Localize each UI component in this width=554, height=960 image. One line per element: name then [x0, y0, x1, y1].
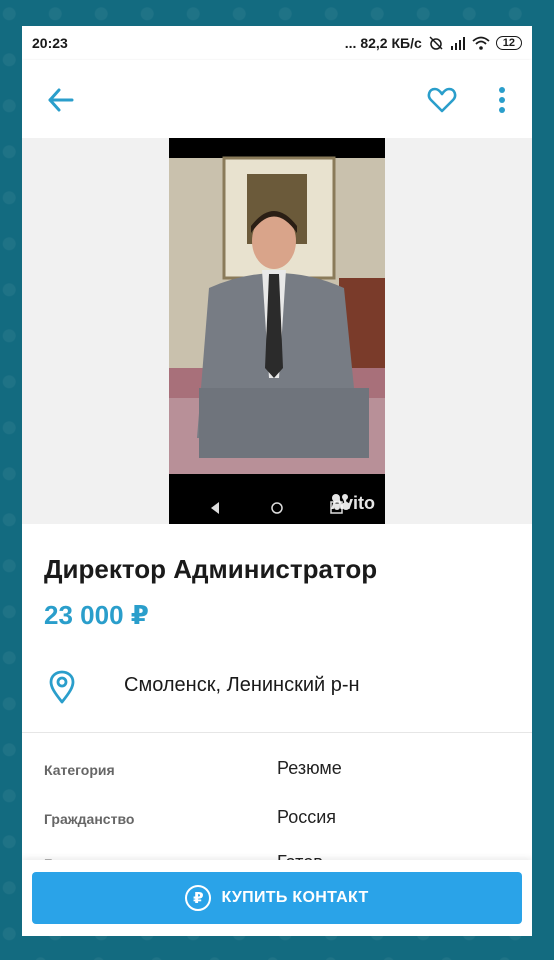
- photo-illustration: [169, 138, 385, 524]
- buy-contact-button[interactable]: ₽ КУПИТЬ КОНТАКТ: [32, 872, 522, 924]
- back-arrow-icon[interactable]: [44, 84, 76, 116]
- status-icons: ... 82,2 КБ/с 12: [345, 35, 522, 51]
- battery-indicator: 12: [495, 36, 522, 50]
- param-label-category: Категория: [44, 762, 115, 778]
- avito-logo-icon: [331, 494, 350, 510]
- status-time: 20:23: [32, 35, 68, 51]
- param-value-citizenship: Россия: [277, 807, 337, 827]
- photo-gallery[interactable]: Avito: [22, 138, 532, 524]
- app-bar: [22, 60, 532, 138]
- listing-location[interactable]: Смоленск, Ленинский р-н: [124, 674, 360, 697]
- listing-photo[interactable]: Avito: [169, 138, 385, 524]
- network-speed: ... 82,2 КБ/с: [344, 35, 422, 51]
- section-divider: [22, 732, 532, 733]
- avito-watermark: Avito: [331, 493, 375, 514]
- more-menu-icon[interactable]: [490, 84, 514, 116]
- listing-title: Директор Администратор: [44, 554, 378, 584]
- wifi-icon: [472, 36, 490, 50]
- ruble-icon: ₽: [185, 885, 212, 911]
- signal-icon: [450, 37, 465, 50]
- buy-bar: ₽ КУПИТЬ КОНТАКТ: [22, 860, 532, 936]
- location-pin-icon: [49, 670, 75, 704]
- param-value-category: Резюме: [277, 758, 342, 778]
- status-bar: 20:23 ... 82,2 КБ/с 12: [22, 26, 532, 60]
- buy-contact-label: КУПИТЬ КОНТАКТ: [221, 889, 369, 906]
- listing-price: 23 000 ₽: [44, 600, 149, 630]
- phone-screen: 20:23 ... 82,2 КБ/с 12 Avito Директор Ад…: [22, 26, 532, 936]
- alarm-off-icon: [429, 36, 443, 50]
- heart-icon[interactable]: [426, 84, 458, 116]
- param-label-citizenship: Гражданство: [44, 811, 135, 827]
